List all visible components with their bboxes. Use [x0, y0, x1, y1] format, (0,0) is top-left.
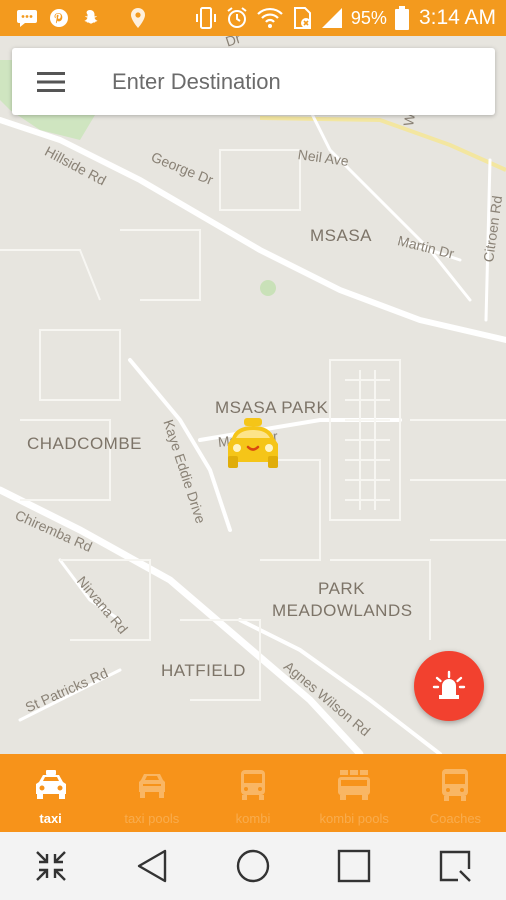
area-label: MEADOWLANDS — [272, 601, 413, 620]
no-sim-icon — [293, 7, 311, 29]
pinterest-icon — [50, 9, 68, 27]
area-label: MSASA — [310, 226, 373, 245]
tab-kombi[interactable]: kombi — [202, 754, 303, 832]
street-block — [180, 619, 261, 701]
system-status: 95% 3:14 AM — [195, 6, 506, 30]
notification-icons — [0, 7, 147, 29]
tab-label: Coaches — [429, 811, 482, 826]
back-icon[interactable] — [122, 836, 182, 896]
street-grid — [345, 379, 390, 501]
street-block — [20, 419, 111, 501]
taxi-icon — [34, 767, 68, 803]
vehicle-tab-bar: taxi taxi pools kombi kombi pools Coache… — [0, 754, 506, 832]
area-label: HATFIELD — [161, 661, 246, 680]
tab-taxi-pools[interactable]: taxi pools — [101, 754, 202, 832]
clock: 3:14 AM — [418, 6, 496, 29]
taxi-pools-icon — [137, 767, 167, 803]
taxi-marker-icon[interactable] — [222, 416, 284, 474]
street-block — [39, 329, 121, 401]
home-icon[interactable] — [223, 836, 283, 896]
tab-label: kombi — [235, 811, 271, 826]
road — [0, 117, 506, 343]
kombi-pools-icon — [336, 767, 372, 803]
street-block — [120, 229, 201, 301]
tab-label: taxi pools — [124, 811, 180, 826]
recents-icon[interactable] — [324, 836, 384, 896]
arterial-road — [259, 116, 506, 172]
coach-icon — [439, 767, 471, 803]
map-base — [0, 60, 506, 754]
collapse-icon[interactable] — [21, 836, 81, 896]
screen-capture-icon[interactable] — [425, 836, 485, 896]
tab-label: kombi pools — [319, 811, 389, 826]
system-nav-bar — [0, 832, 506, 900]
street-block — [240, 459, 321, 561]
battery-icon — [394, 6, 409, 30]
location-icon — [131, 8, 145, 28]
wifi-icon — [257, 7, 283, 28]
hamburger-menu-icon[interactable] — [12, 48, 90, 115]
area-label: CHADCOMBE — [27, 434, 143, 453]
snapchat-icon — [84, 10, 98, 24]
street-grid — [410, 419, 506, 541]
alarm-icon — [227, 7, 247, 28]
kombi-icon — [238, 767, 268, 803]
map-view[interactable]: Dr Wils Hillside Rd George Dr Neil Ave M… — [0, 36, 506, 754]
street-block — [0, 249, 101, 301]
vibrate-icon — [195, 7, 216, 29]
tab-kombi-pools[interactable]: kombi pools — [304, 754, 405, 832]
area-label: PARK — [318, 579, 366, 598]
battery-percent: 95% — [350, 7, 387, 28]
messaging-icon — [17, 10, 37, 27]
tab-taxi[interactable]: taxi — [0, 754, 101, 832]
siren-icon — [432, 670, 466, 699]
street-block — [219, 149, 301, 211]
destination-input[interactable] — [112, 68, 472, 95]
park-area — [260, 280, 276, 296]
signal-icon — [321, 8, 342, 28]
panic-button[interactable] — [414, 651, 484, 721]
area-label: MSASA PARK — [215, 398, 329, 417]
status-bar: 95% 3:14 AM — [0, 0, 506, 36]
tab-label: taxi — [39, 811, 62, 826]
street-block — [330, 559, 431, 640]
tab-coaches[interactable]: Coaches — [405, 754, 506, 832]
search-bar — [12, 48, 495, 115]
